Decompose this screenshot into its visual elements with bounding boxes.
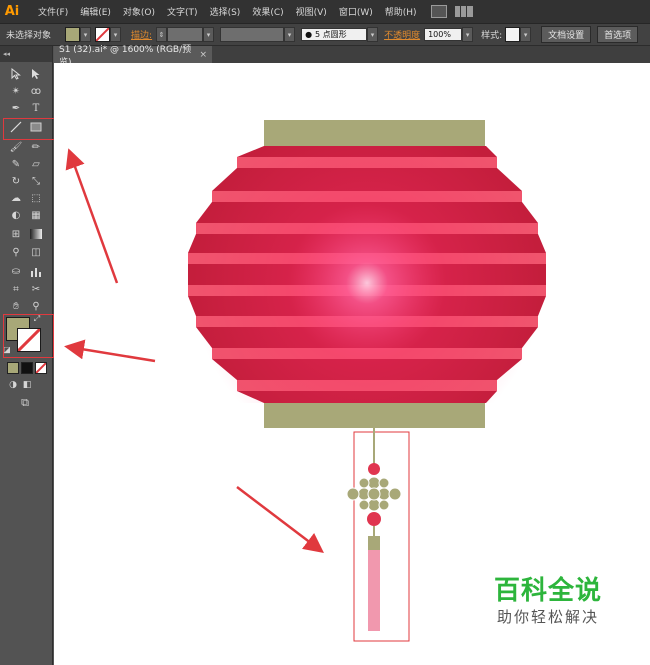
lantern-top-cap [264, 120, 485, 146]
column-graph-tool-icon[interactable] [27, 264, 45, 278]
bridge-icon[interactable] [430, 5, 447, 18]
fill-dropdown[interactable]: ▾ [80, 27, 92, 42]
artboard-canvas[interactable]: 百科全说 助你轻松解决 [54, 63, 650, 665]
menu-file[interactable]: 文件(F) [32, 5, 74, 18]
menu-edit[interactable]: 编辑(E) [74, 5, 117, 18]
menu-effect[interactable]: 效果(C) [246, 5, 289, 18]
menu-select[interactable]: 选择(S) [204, 5, 247, 18]
blob-brush-tool-icon[interactable]: ✎ [7, 157, 25, 171]
free-transform-tool-icon[interactable]: ⬚ [27, 191, 45, 205]
document-tab[interactable]: S1 (32).ai* @ 1600% (RGB/预览) × [54, 45, 212, 68]
brush-dropdown[interactable]: ▾ [367, 27, 379, 42]
opacity-field[interactable]: 100% [424, 28, 463, 41]
stroke-label[interactable]: 描边: [131, 28, 152, 41]
slice-tool-icon[interactable]: ✂︎ [27, 282, 45, 296]
gradient-tool-icon[interactable] [27, 227, 45, 241]
zoom-tool-icon[interactable]: ⚲ [27, 299, 45, 313]
stroke-weight-stepper[interactable]: ⇕ [156, 27, 168, 42]
type-tool-icon[interactable]: T [27, 101, 45, 115]
opacity-label[interactable]: 不透明度 [384, 28, 420, 41]
document-setup-button[interactable]: 文档设置 [541, 26, 592, 43]
magic-wand-tool-icon[interactable]: ✴ [7, 84, 25, 98]
menu-view[interactable]: 视图(V) [290, 5, 333, 18]
fill-color-swatch[interactable] [65, 27, 81, 42]
brush-definition-label: 5 点圆形 [315, 30, 347, 39]
variable-width-profile[interactable] [220, 27, 285, 42]
chinese-knot [346, 476, 402, 512]
watermark-subtitle: 助你轻松解决 [496, 608, 599, 626]
opacity-dropdown[interactable]: ▾ [462, 27, 474, 42]
app-logo: Ai [4, 4, 20, 19]
hand-tool-icon[interactable]: ✋︎ [7, 299, 25, 313]
close-tab-icon[interactable]: × [199, 50, 207, 60]
stroke-weight-field[interactable] [167, 27, 204, 42]
tassel-selection-box [353, 431, 410, 642]
draw-behind-icon[interactable]: ◧ [18, 378, 36, 392]
knot-bottom-bead [367, 512, 381, 526]
pen-tool-icon[interactable]: ✒ [7, 101, 25, 115]
selection-tool-icon[interactable] [7, 67, 25, 81]
graphic-style-swatch[interactable] [505, 27, 521, 42]
stroke-weight-dropdown[interactable]: ▾ [203, 27, 215, 42]
warp-tool-icon[interactable]: ☁︎ [7, 191, 25, 205]
blend-tool-icon[interactable]: ◫ [27, 245, 45, 259]
stroke-color-swatch[interactable] [95, 27, 111, 42]
line-rect-tools-highlight [3, 118, 58, 140]
eraser-tool-icon[interactable]: ▱ [27, 157, 45, 171]
profile-dropdown[interactable]: ▾ [284, 27, 296, 42]
tassel-cap [368, 536, 380, 550]
selection-status: 未选择对象 [6, 31, 52, 41]
collapse-panel-icon[interactable]: ◂◂ [0, 46, 52, 62]
knot-top-bead [368, 463, 380, 475]
stroke-dropdown[interactable]: ▾ [110, 27, 122, 42]
scale-tool-icon[interactable]: ⤡ [27, 174, 45, 188]
style-label: 样式: [481, 31, 503, 41]
graphic-style-dropdown[interactable]: ▾ [520, 27, 532, 42]
document-tab-bar: S1 (32).ai* @ 1600% (RGB/预览) × [54, 45, 650, 68]
annotation-arrow-to-line-tool [65, 148, 119, 284]
tassel [368, 550, 380, 631]
mesh-tool-icon[interactable]: ⊞ [7, 227, 25, 241]
perspective-grid-tool-icon[interactable]: ▦ [27, 208, 45, 222]
fill-stroke-highlight [3, 314, 54, 358]
preferences-button[interactable]: 首选项 [597, 26, 639, 43]
shape-builder-tool-icon[interactable]: ◐ [7, 208, 25, 222]
direct-selection-tool-icon[interactable] [27, 67, 45, 81]
eyedropper-tool-icon[interactable]: ⚲ [7, 245, 25, 259]
paintbrush-tool-icon[interactable]: 🖌︎ [7, 140, 25, 154]
rotate-tool-icon[interactable]: ↻ [7, 174, 25, 188]
lasso-tool-icon[interactable]: ꝏ [27, 84, 45, 98]
menu-type[interactable]: 文字(T) [161, 5, 204, 18]
arrange-documents-icon[interactable] [454, 6, 473, 17]
pencil-tool-icon[interactable]: ✏︎ [27, 140, 45, 154]
none-mode-icon[interactable] [35, 362, 47, 374]
color-mode-icon[interactable] [7, 362, 19, 374]
screen-mode-icon[interactable]: ⧉ [16, 396, 34, 410]
symbol-sprayer-tool-icon[interactable]: ⛀ [7, 264, 25, 278]
menu-help[interactable]: 帮助(H) [379, 5, 423, 18]
annotation-arrow-to-knot [236, 486, 324, 554]
artboard-tool-icon[interactable]: ⌗ [7, 282, 25, 296]
gradient-mode-icon[interactable] [21, 362, 33, 374]
watermark-title: 百科全说 [493, 576, 602, 606]
menu-bar: Ai 文件(F) 编辑(E) 对象(O) 文字(T) 选择(S) 效果(C) 视… [0, 0, 650, 24]
brush-definition-field[interactable]: ● 5 点圆形 [301, 28, 368, 41]
menu-object[interactable]: 对象(O) [117, 5, 161, 18]
menu-window[interactable]: 窗口(W) [333, 5, 379, 18]
lantern-bottom-cap [264, 403, 485, 428]
watermark: 百科全说 助你轻松解决 [473, 575, 623, 627]
lantern-body [188, 146, 546, 403]
